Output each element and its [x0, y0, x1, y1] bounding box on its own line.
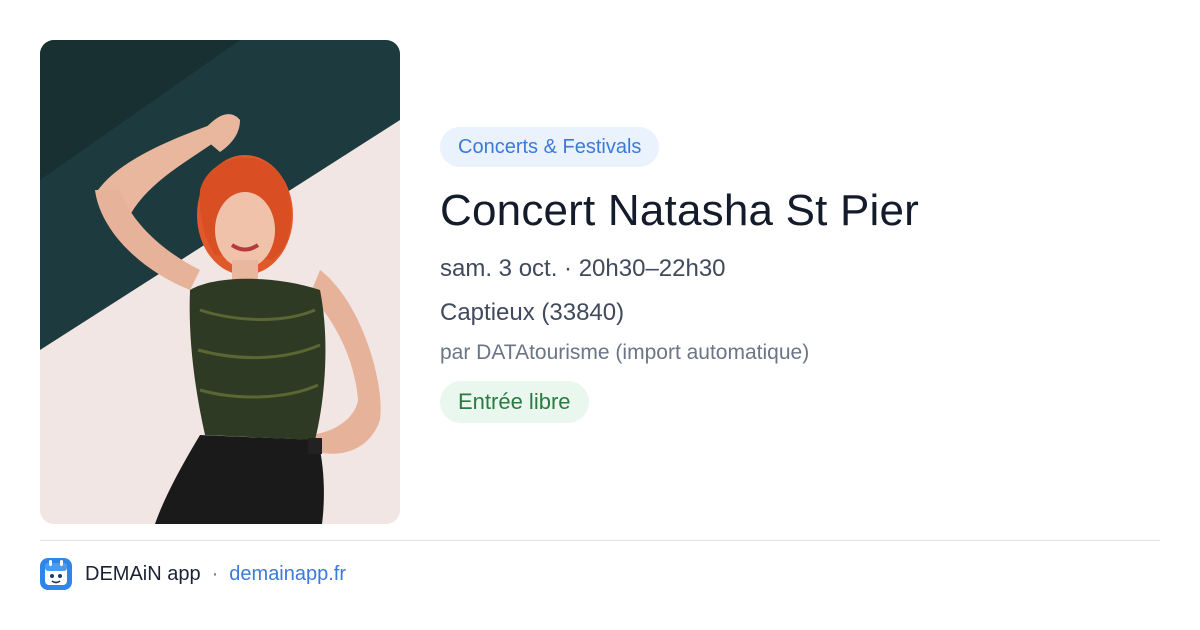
event-photo [40, 40, 400, 524]
event-info: Concerts & Festivals Concert Natasha St … [440, 127, 1160, 423]
footer-separator: · [211, 562, 219, 585]
footer: DEMAiN app · demainapp.fr [40, 558, 346, 590]
demain-app-logo-icon [40, 558, 72, 590]
category-badge[interactable]: Concerts & Festivals [440, 127, 660, 167]
event-location: Captieux (33840) [440, 299, 625, 326]
performer-photo-illustration [40, 40, 400, 524]
app-website-link[interactable]: demainapp.fr [229, 563, 346, 586]
event-source: par DATAtourisme (import automatique) [440, 341, 810, 364]
price-badge: Entrée libre [440, 381, 589, 423]
footer-divider [40, 540, 1160, 541]
event-datetime: sam. 3 oct. · 20h30–22h30 [440, 255, 726, 282]
event-share-card: Concerts & Festivals Concert Natasha St … [0, 0, 1200, 630]
event-title: Concert Natasha St Pier [440, 186, 920, 235]
app-name: DEMAiN app [85, 562, 201, 585]
